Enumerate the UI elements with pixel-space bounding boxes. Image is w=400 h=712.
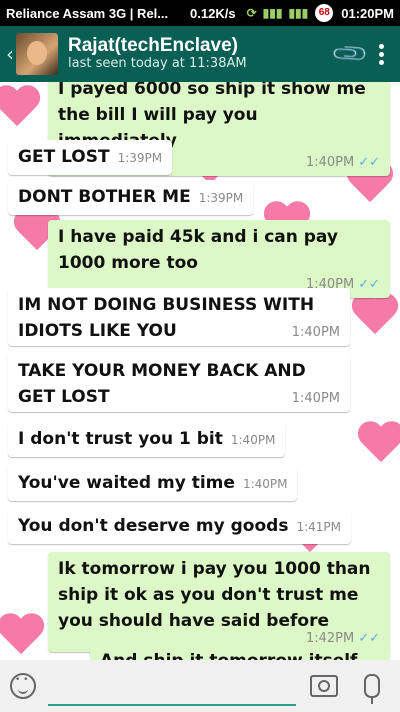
message-incoming[interactable]: I don't trust you 1 bit 1:40PM: [8, 422, 286, 457]
message-text: And ship it tomorrow itself: [100, 648, 380, 660]
back-arrow-icon[interactable]: ‹: [6, 42, 14, 66]
message-incoming[interactable]: You don't deserve my goods 1:41PM: [8, 509, 351, 544]
avatar[interactable]: [16, 33, 58, 75]
message-incoming[interactable]: You've waited my time 1:40PM: [8, 466, 298, 501]
status-bar: Reliance Assam 3G | Rel... 0.12K/s ⟳ ▮▮▮…: [0, 0, 400, 26]
overflow-menu-icon[interactable]: [379, 43, 384, 65]
chat-area[interactable]: I payed 6000 so ship it show me the bill…: [0, 82, 400, 660]
message-text: GET LOST: [18, 147, 110, 167]
message-text: I don't trust you 1 bit: [18, 429, 223, 449]
message-incoming[interactable]: TAKE YOUR MONEY BACK AND GET LOST 1:40PM: [8, 354, 350, 412]
signal-icon: ▮▮▮: [262, 6, 283, 20]
carrier-name: Reliance Assam 3G | Rel...: [6, 5, 169, 21]
message-time: 1:39PM: [117, 151, 163, 165]
message-time: 1:40PM: [242, 477, 288, 491]
heart-decoration-6: [350, 294, 400, 340]
camera-icon[interactable]: [310, 675, 338, 697]
network-speed: 0.12K/s: [190, 5, 236, 21]
message-text: I have paid 45k and i can pay 1000 more …: [58, 227, 338, 273]
message-time: 1:40PM: [230, 433, 276, 447]
message-time: 1:39PM: [198, 191, 244, 205]
message-outgoing[interactable]: Ik tomorrow i pay you 1000 than ship it …: [48, 552, 390, 652]
chat-header: ‹ Rajat(techEnclave) last seen today at …: [0, 26, 400, 82]
read-ticks-icon: ✓✓: [358, 277, 380, 292]
heart-decoration-1: [0, 86, 42, 132]
battery-badge: 68: [315, 4, 334, 22]
microphone-icon[interactable]: [364, 674, 380, 704]
message-outgoing[interactable]: And ship it tomorrow itself: [90, 644, 390, 660]
message-incoming[interactable]: DONT BOTHER ME 1:39PM: [8, 180, 254, 215]
heart-decoration-9: [0, 614, 46, 660]
sync-icon: ⟳: [246, 6, 257, 20]
message-incoming[interactable]: GET LOST 1:39PM: [8, 140, 173, 175]
last-seen-status: last seen today at 11:38AM: [68, 56, 247, 72]
message-text: DONT BOTHER ME: [18, 187, 191, 207]
read-ticks-icon: ✓✓: [358, 155, 380, 170]
message-outgoing[interactable]: I have paid 45k and i can pay 1000 more …: [48, 220, 390, 298]
signal-icon-2: ▮▮▮: [288, 6, 309, 20]
heart-decoration-7: [356, 422, 400, 468]
emoji-icon[interactable]: [10, 673, 36, 699]
message-text: You don't deserve my goods: [18, 516, 289, 536]
message-incoming[interactable]: IM NOT DOING BUSINESS WITH IDIOTS LIKE Y…: [8, 288, 350, 346]
message-input[interactable]: [48, 666, 296, 706]
message-text: You've waited my time: [18, 473, 235, 493]
paperclip-icon[interactable]: 📎: [330, 34, 371, 75]
message-time: 1:41PM: [296, 520, 341, 534]
message-text: Ik tomorrow i pay you 1000 than ship it …: [58, 559, 371, 631]
clock: 01:20PM: [341, 5, 394, 21]
contact-name: Rajat(techEnclave): [68, 35, 239, 57]
contact-info[interactable]: Rajat(techEnclave) last seen today at 11…: [68, 35, 321, 72]
compose-bar: [0, 660, 400, 712]
message-time: 1:40PM: [305, 155, 355, 170]
